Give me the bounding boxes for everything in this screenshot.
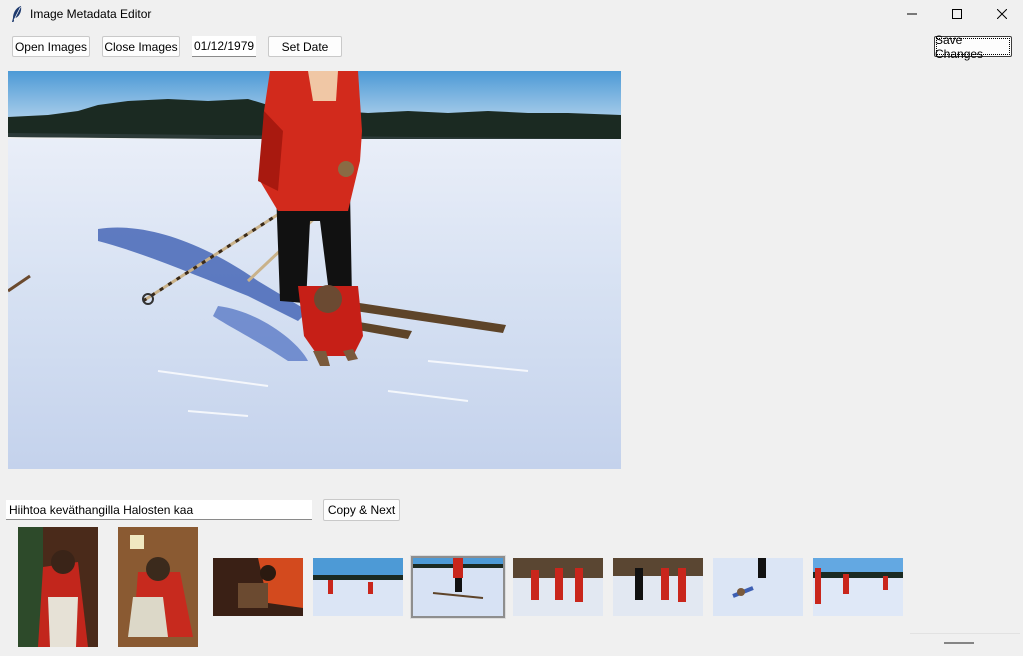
thumbnail[interactable] xyxy=(613,558,703,616)
window-title: Image Metadata Editor xyxy=(30,7,152,21)
date-input[interactable]: 01/12/1979 xyxy=(192,36,256,57)
thumbnail[interactable] xyxy=(18,527,98,647)
copy-next-button[interactable]: Copy & Next xyxy=(323,499,400,521)
caption-input[interactable]: Hiihtoa keväthangilla Halosten kaa xyxy=(6,500,312,520)
resize-grip[interactable] xyxy=(944,642,974,644)
open-images-button[interactable]: Open Images xyxy=(12,36,90,57)
thumbnail[interactable] xyxy=(313,558,403,616)
thumbnail[interactable] xyxy=(813,558,903,616)
main-image-preview xyxy=(8,71,621,469)
minimize-button[interactable] xyxy=(889,0,935,28)
thumbnail[interactable] xyxy=(513,558,603,616)
app-window: Image Metadata Editor Open Images Close … xyxy=(0,0,1023,656)
thumbnail[interactable] xyxy=(118,527,198,647)
thumbnail-selected[interactable] xyxy=(413,558,503,616)
save-changes-button[interactable]: Save Changes xyxy=(934,33,1012,61)
minimize-icon xyxy=(907,13,917,15)
close-button[interactable] xyxy=(979,0,1023,28)
title-bar: Image Metadata Editor xyxy=(0,0,1023,28)
thumbnail[interactable] xyxy=(713,558,803,616)
close-icon xyxy=(997,9,1007,19)
thumbnail-strip-divider xyxy=(910,633,1020,634)
maximize-button[interactable] xyxy=(934,0,980,28)
maximize-icon xyxy=(952,9,962,19)
close-images-button[interactable]: Close Images xyxy=(102,36,180,57)
thumbnail[interactable] xyxy=(213,558,303,616)
set-date-button[interactable]: Set Date xyxy=(268,36,342,57)
feather-icon xyxy=(10,5,24,23)
